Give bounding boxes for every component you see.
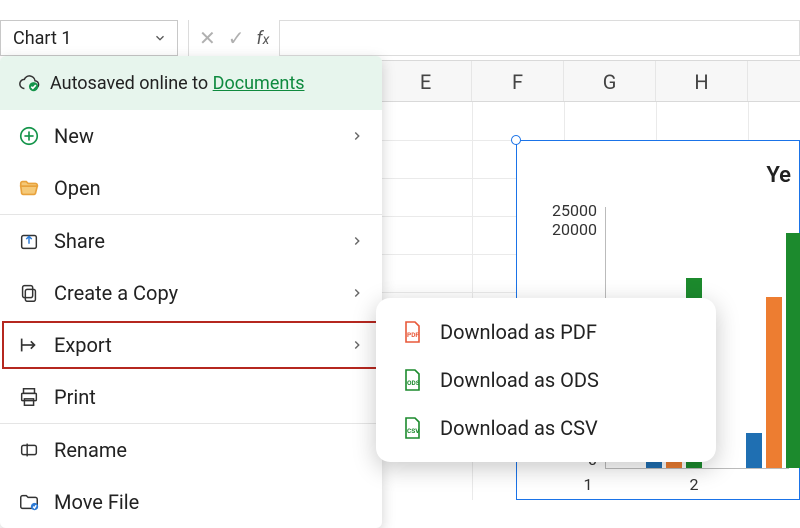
- folder-open-icon: [18, 177, 40, 199]
- csv-file-icon: CSV: [400, 416, 424, 440]
- menu-label: Open: [54, 176, 101, 200]
- chevron-right-icon: [350, 286, 364, 300]
- formula-input[interactable]: [280, 20, 800, 56]
- submenu-label: Download as CSV: [440, 416, 598, 440]
- menu-item-print[interactable]: Print: [0, 371, 382, 423]
- col-header[interactable]: E: [380, 61, 472, 101]
- file-menu: Autosaved online to Documents New Open S…: [0, 56, 382, 528]
- x-tick: 1: [576, 475, 600, 494]
- accept-icon[interactable]: ✓: [228, 26, 245, 50]
- autosave-text: Autosaved online to Documents: [50, 73, 305, 94]
- menu-item-move-file[interactable]: Move File: [0, 476, 382, 528]
- x-axis-ticks: 1 2: [576, 475, 706, 494]
- menu-label: Export: [54, 333, 112, 357]
- export-pdf[interactable]: PDF Download as PDF: [376, 308, 716, 356]
- fx-icon[interactable]: fx: [257, 28, 270, 49]
- chevron-down-icon: [153, 31, 167, 45]
- menu-label: Move File: [54, 490, 139, 514]
- move-file-icon: [18, 491, 40, 513]
- name-box-value: Chart 1: [13, 28, 71, 49]
- y-tick: 20000: [552, 220, 597, 239]
- chevron-right-icon: [350, 234, 364, 248]
- share-icon: [18, 230, 40, 252]
- menu-item-new[interactable]: New: [0, 110, 382, 162]
- bar: [786, 233, 800, 468]
- menu-label: Rename: [54, 438, 127, 462]
- export-ods[interactable]: ODS Download as ODS: [376, 356, 716, 404]
- export-submenu: PDF Download as PDF ODS Download as ODS …: [376, 298, 716, 462]
- print-icon: [18, 386, 40, 408]
- x-tick: 2: [682, 475, 706, 494]
- col-header[interactable]: F: [472, 61, 564, 101]
- pdf-file-icon: PDF: [400, 320, 424, 344]
- export-icon: [18, 334, 40, 356]
- copy-icon: [18, 282, 40, 304]
- menu-label: Create a Copy: [54, 281, 178, 305]
- formula-bar-row: Chart 1 ✕ ✓ fx: [0, 20, 800, 56]
- cloud-check-icon: [18, 72, 40, 94]
- menu-item-open[interactable]: Open: [0, 162, 382, 214]
- formula-action-group: ✕ ✓ fx: [188, 20, 280, 56]
- chart-title: Ye: [766, 163, 791, 188]
- bar: [766, 297, 782, 468]
- menu-label: New: [54, 124, 94, 148]
- menu-item-export[interactable]: Export: [0, 319, 382, 371]
- chart-resize-handle[interactable]: [511, 135, 521, 145]
- column-headers: E F G H: [380, 60, 800, 102]
- cancel-icon[interactable]: ✕: [199, 26, 216, 50]
- rename-icon: [18, 439, 40, 461]
- menu-label: Share: [54, 229, 105, 253]
- submenu-label: Download as PDF: [440, 320, 597, 344]
- svg-text:CSV: CSV: [407, 427, 420, 435]
- col-header[interactable]: H: [656, 61, 748, 101]
- export-csv[interactable]: CSV Download as CSV: [376, 404, 716, 452]
- bar-group: [746, 233, 800, 468]
- ods-file-icon: ODS: [400, 368, 424, 392]
- svg-text:ODS: ODS: [407, 379, 420, 387]
- submenu-label: Download as ODS: [440, 368, 599, 392]
- svg-text:PDF: PDF: [407, 331, 419, 339]
- menu-item-rename[interactable]: Rename: [0, 424, 382, 476]
- menu-item-share[interactable]: Share: [0, 215, 382, 267]
- documents-link[interactable]: Documents: [213, 73, 305, 94]
- plus-circle-icon: [18, 125, 40, 147]
- chevron-right-icon: [350, 338, 364, 352]
- col-header[interactable]: G: [564, 61, 656, 101]
- name-box[interactable]: Chart 1: [0, 20, 178, 56]
- autosave-banner: Autosaved online to Documents: [0, 56, 382, 110]
- menu-label: Print: [54, 385, 96, 409]
- menu-item-create-copy[interactable]: Create a Copy: [0, 267, 382, 319]
- y-tick: 25000: [552, 201, 597, 220]
- chevron-right-icon: [350, 129, 364, 143]
- bar: [746, 433, 762, 468]
